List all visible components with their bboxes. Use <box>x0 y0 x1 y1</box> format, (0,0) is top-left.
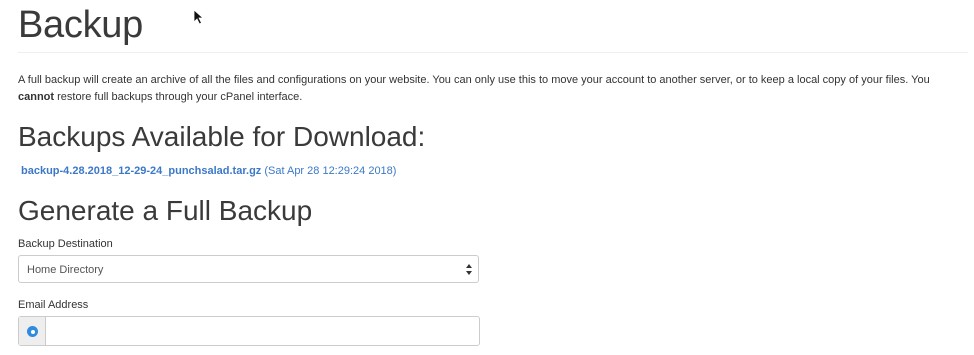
backup-download-link[interactable]: backup-4.28.2018_12-29-24_punchsalad.tar… <box>21 165 261 177</box>
email-address-label: Email Address <box>18 299 89 311</box>
page-title: Backup <box>18 4 143 46</box>
email-address-group <box>18 316 480 346</box>
radio-button-icon <box>27 326 38 337</box>
backup-description: A full backup will create an archive of … <box>18 72 958 106</box>
generate-heading: Generate a Full Backup <box>18 195 313 226</box>
backup-destination-value: Home Directory <box>27 264 104 276</box>
email-option-toggle[interactable] <box>19 317 46 345</box>
email-address-input[interactable] <box>46 317 479 345</box>
mouse-pointer-icon <box>193 9 204 25</box>
backup-date: (Sat Apr 28 12:29:24 2018) <box>264 165 397 177</box>
chevron-up-down-icon <box>466 264 472 275</box>
title-divider <box>18 52 968 53</box>
description-text-end: restore full backups through your cPanel… <box>54 91 303 103</box>
description-emphasis: cannot <box>18 91 55 103</box>
backup-destination-select[interactable]: Home Directory <box>18 255 479 283</box>
description-text-start: A full backup will create an archive of … <box>18 74 930 86</box>
backup-destination-label: Backup Destination <box>18 238 113 250</box>
downloads-heading: Backups Available for Download: <box>18 121 426 152</box>
backup-list-item: backup-4.28.2018_12-29-24_punchsalad.tar… <box>21 165 396 177</box>
